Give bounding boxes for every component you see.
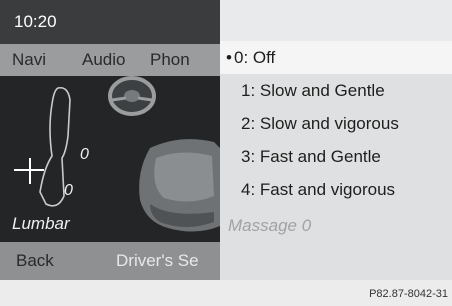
clock: 10:20 [14,12,57,31]
main-menu-bar: Navi Audio Phon [0,44,220,76]
lumbar-lower-value: 0 [64,182,73,199]
massage-option-2[interactable]: 2: Slow and vigorous [220,107,452,140]
massage-option-label: 2: Slow and vigorous [241,114,399,133]
menu-item-audio[interactable]: Audio [82,50,125,70]
seat-cushion-icon [139,139,220,232]
steering-wheel-icon [108,76,156,116]
figure-reference-code: P82.87-8042-31 [369,288,448,300]
massage-menu-panel: • 0: Off 1: Slow and Gentle 2: Slow and … [220,0,452,280]
seat-illustration-area: 0 0 Lumbar [0,76,220,242]
massage-option-label: 4: Fast and vigorous [241,180,396,199]
massage-option-label: 1: Slow and Gentle [241,81,385,100]
massage-option-0[interactable]: • 0: Off [220,41,452,74]
lumbar-label: Lumbar [12,214,70,233]
head-unit-display: 10:20 Navi Audio Phon 0 0 Lumbar Back Dr… [0,0,452,280]
massage-option-3[interactable]: 3: Fast and Gentle [220,140,452,173]
massage-option-label: 0: Off [234,48,276,67]
massage-status-text: Massage 0 [228,216,312,235]
menu-item-phone[interactable]: Phon [150,50,190,70]
massage-option-1[interactable]: 1: Slow and Gentle [220,74,452,107]
lumbar-upper-value: 0 [80,146,89,163]
menu-header-area [220,0,452,44]
massage-option-4[interactable]: 4: Fast and vigorous [220,173,452,206]
menu-item-navi[interactable]: Navi [12,50,46,70]
massage-option-label: 3: Fast and Gentle [241,147,381,166]
back-button[interactable]: Back [16,251,54,271]
drivers-seat-button[interactable]: Driver's Se [116,251,199,271]
status-bar: 10:20 [0,0,220,44]
bottom-bar: Back Driver's Se [0,242,220,280]
selected-bullet-icon: • [226,48,232,67]
left-panel: 10:20 Navi Audio Phon 0 0 Lumbar Back Dr… [0,0,220,280]
